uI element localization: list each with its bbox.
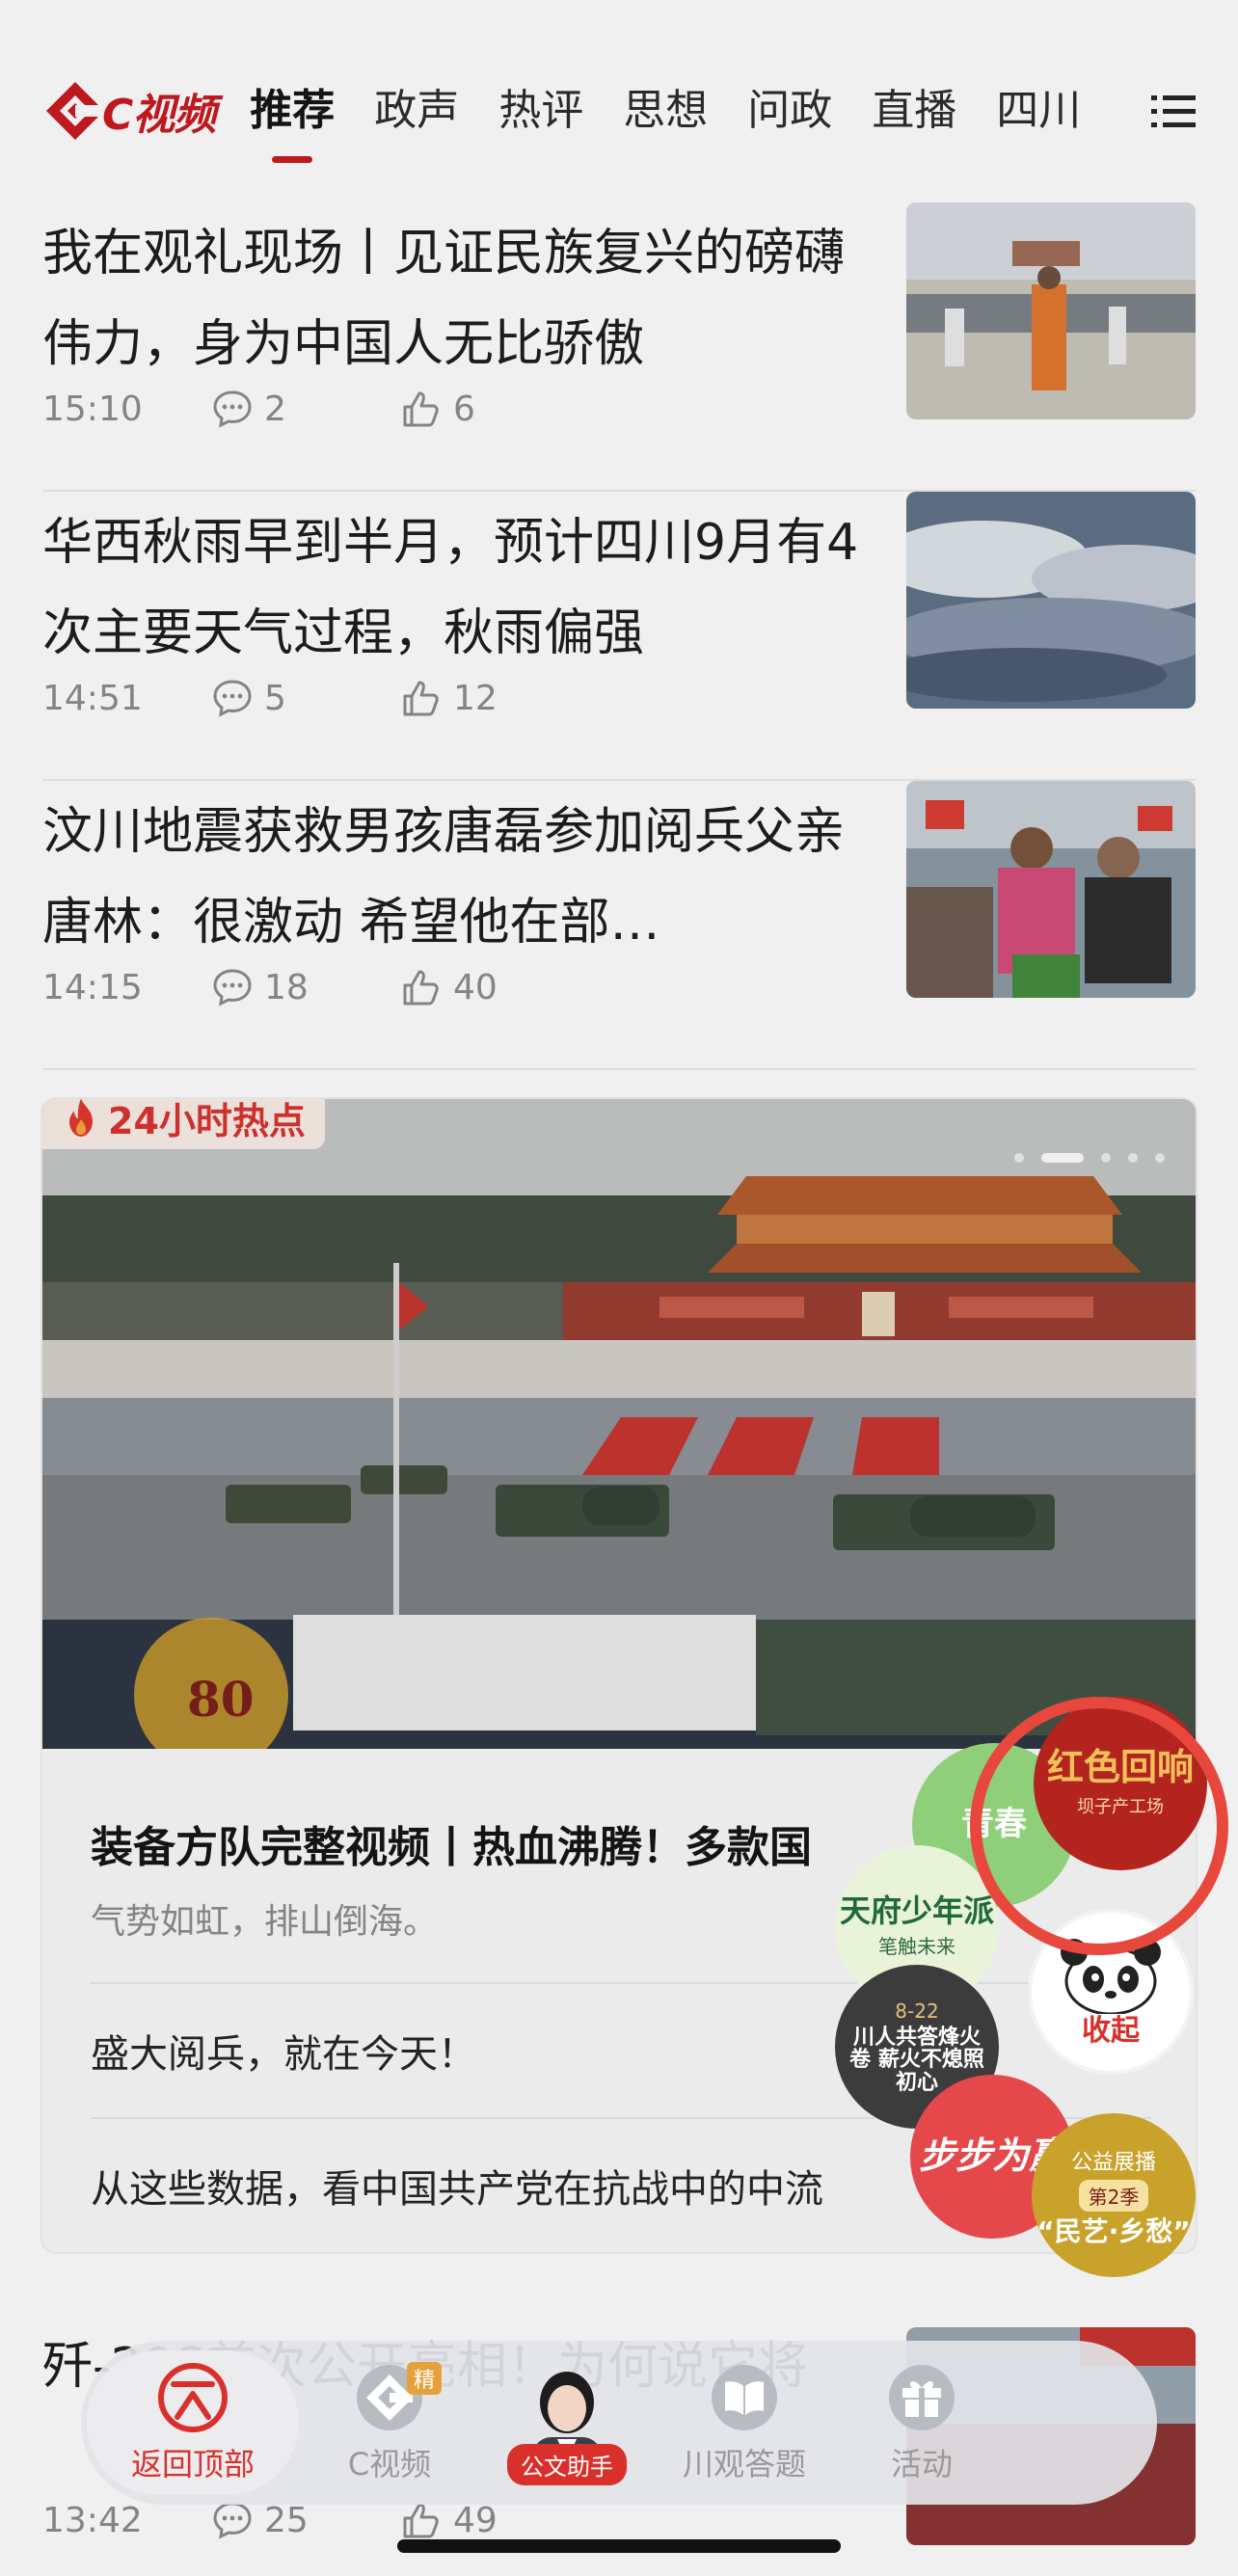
news-item[interactable]: 汶川地震获救男孩唐磊参加阅兵父亲唐林：很激动 希望他在部… 14:15 18 4… xyxy=(42,781,1196,1070)
tab-repin[interactable]: 热评 xyxy=(498,72,583,149)
flame-icon xyxy=(69,1099,93,1137)
comment-count: 25 xyxy=(264,2500,309,2540)
gift-icon xyxy=(889,2365,955,2430)
assistant-label: 公文助手 xyxy=(507,2444,627,2485)
news-title: 华西秋雨早到半月，预计四川9月有4次主要天气过程，秋雨偏强 xyxy=(42,514,859,662)
news-item[interactable]: 我在观礼现场丨见证民族复兴的磅礴伟力，身为中国人无比骄傲 15:10 2 6 xyxy=(42,202,1196,492)
logo-mark-icon xyxy=(46,82,104,140)
like-count: 40 xyxy=(453,967,498,1007)
tab-recommend[interactable]: 推荐 xyxy=(250,72,335,163)
news-time: 15:10 xyxy=(42,389,143,429)
carousel-indicator xyxy=(1014,1153,1165,1163)
parade-photo: 80 xyxy=(42,1099,1196,1749)
tab-back-to-top[interactable]: 返回顶部 xyxy=(87,2350,299,2495)
thumbs-up-icon xyxy=(403,391,439,427)
carousel-dot[interactable] xyxy=(1041,1153,1084,1163)
tab-cvideo[interactable]: 精 C视频 xyxy=(303,2350,476,2495)
tab-sixiang[interactable]: 思想 xyxy=(623,72,708,149)
bubble-label: 天府少年派 xyxy=(839,1892,994,1929)
like-count-group: 12 xyxy=(401,679,590,718)
comment-count: 5 xyxy=(264,678,286,718)
tab-label: C视频 xyxy=(347,2446,432,2482)
comment-count-group: 18 xyxy=(212,968,401,1007)
comment-icon xyxy=(213,2502,252,2539)
like-count: 6 xyxy=(453,389,475,429)
app-logo[interactable]: C视频 xyxy=(42,78,216,144)
comment-count: 18 xyxy=(264,967,309,1007)
comment-count-group: 5 xyxy=(212,679,401,718)
bubble-season: 第2季 xyxy=(1078,2179,1149,2212)
news-meta: 14:15 18 40 xyxy=(42,966,590,1008)
comment-icon xyxy=(213,680,252,717)
hot-24h-badge: 24小时热点 xyxy=(42,1099,325,1149)
bubble-top-label: 公益展播 xyxy=(1070,2150,1156,2175)
bottom-tab-bar: 返回顶部 精 C视频 公文助手 川观答题 活动 xyxy=(81,2341,1157,2505)
tab-zhibo[interactable]: 直播 xyxy=(872,72,956,149)
carousel-dot[interactable] xyxy=(1155,1153,1165,1163)
activity-bubble-folk-art[interactable]: 公益展播 第2季 “民艺·乡愁” xyxy=(1032,2113,1196,2277)
comment-count-group: 2 xyxy=(212,389,401,429)
news-title: 汶川地震获救男孩唐磊参加阅兵父亲唐林：很激动 希望他在部… xyxy=(42,803,846,952)
hot-24h-card: 80 24小时热点 装备方队完整视频丨热血沸腾！多款国 气势如虹，排山倒海。 盛… xyxy=(42,1099,1196,2252)
home-indicator xyxy=(397,2539,841,2553)
tab-label: 返回顶部 xyxy=(130,2446,255,2482)
carousel-dot[interactable] xyxy=(1101,1153,1111,1163)
bubble-label: “民艺·乡愁” xyxy=(1036,2214,1191,2247)
cloudy-sky-photo xyxy=(906,492,1196,709)
highlight-ring xyxy=(970,1697,1228,1955)
news-meta: 14:51 5 12 xyxy=(42,677,590,719)
top-nav: C视频 推荐 政声 热评 思想 问政 直播 四川 xyxy=(0,39,1238,183)
carousel-dot[interactable] xyxy=(1128,1153,1138,1163)
tab-assistant[interactable]: 公文助手 xyxy=(480,2350,654,2495)
like-count: 12 xyxy=(453,678,498,718)
tab-sichuan[interactable]: 四川 xyxy=(996,72,1081,149)
featured-badge: 精 xyxy=(407,2362,442,2395)
tab-wenzheng[interactable]: 问政 xyxy=(747,72,832,149)
collapse-label: 收起 xyxy=(1082,2014,1140,2049)
comment-count: 2 xyxy=(264,389,286,429)
news-meta: 13:42 25 49 xyxy=(42,2499,590,2541)
back-to-top-icon xyxy=(158,2363,228,2432)
like-count-group: 6 xyxy=(401,389,590,429)
like-count-group: 40 xyxy=(401,968,590,1007)
comment-icon xyxy=(213,969,252,1006)
menu-icon[interactable] xyxy=(1151,94,1196,129)
news-thumbnail[interactable] xyxy=(906,781,1196,998)
channel-tabs: 推荐 政声 热评 思想 问政 直播 四川 xyxy=(250,72,1120,163)
tab-activity[interactable]: 活动 xyxy=(835,2350,1009,2495)
tab-label: 川观答题 xyxy=(682,2446,806,2482)
news-item[interactable]: 华西秋雨早到半月，预计四川9月有4次主要天气过程，秋雨偏强 14:51 5 12 xyxy=(42,492,1196,781)
svg-text:80: 80 xyxy=(187,1671,255,1728)
hot-badge-label: 24小时热点 xyxy=(108,1099,306,1142)
news-title: 我在观礼现场丨见证民族复兴的磅礴伟力，身为中国人无比骄傲 xyxy=(42,225,846,373)
thumbs-up-icon xyxy=(403,2503,439,2538)
carousel-dot[interactable] xyxy=(1014,1153,1024,1163)
news-meta: 15:10 2 6 xyxy=(42,388,590,430)
ceremony-photo xyxy=(906,202,1196,419)
comment-count-group: 25 xyxy=(212,2501,401,2540)
news-time: 14:51 xyxy=(42,678,143,718)
bubble-date: 8-22 xyxy=(895,1999,939,2024)
news-thumbnail[interactable] xyxy=(906,492,1196,709)
like-count: 49 xyxy=(453,2500,498,2540)
book-icon xyxy=(712,2365,777,2430)
news-time: 13:42 xyxy=(42,2500,143,2540)
bubble-sublabel: 笔触未来 xyxy=(878,1935,955,1959)
tab-quiz[interactable]: 川观答题 xyxy=(658,2350,831,2495)
logo-text: C视频 xyxy=(102,91,216,140)
thumbs-up-icon xyxy=(403,970,439,1006)
comment-icon xyxy=(213,390,252,428)
like-count-group: 49 xyxy=(401,2501,590,2540)
spectators-photo xyxy=(906,781,1196,998)
hot-carousel-image[interactable]: 80 xyxy=(42,1099,1196,1749)
tab-label: 活动 xyxy=(890,2446,953,2482)
thumbs-up-icon xyxy=(403,681,439,716)
tab-zhengsheng[interactable]: 政声 xyxy=(374,72,459,149)
news-time: 14:15 xyxy=(42,967,143,1007)
news-thumbnail[interactable] xyxy=(906,202,1196,419)
